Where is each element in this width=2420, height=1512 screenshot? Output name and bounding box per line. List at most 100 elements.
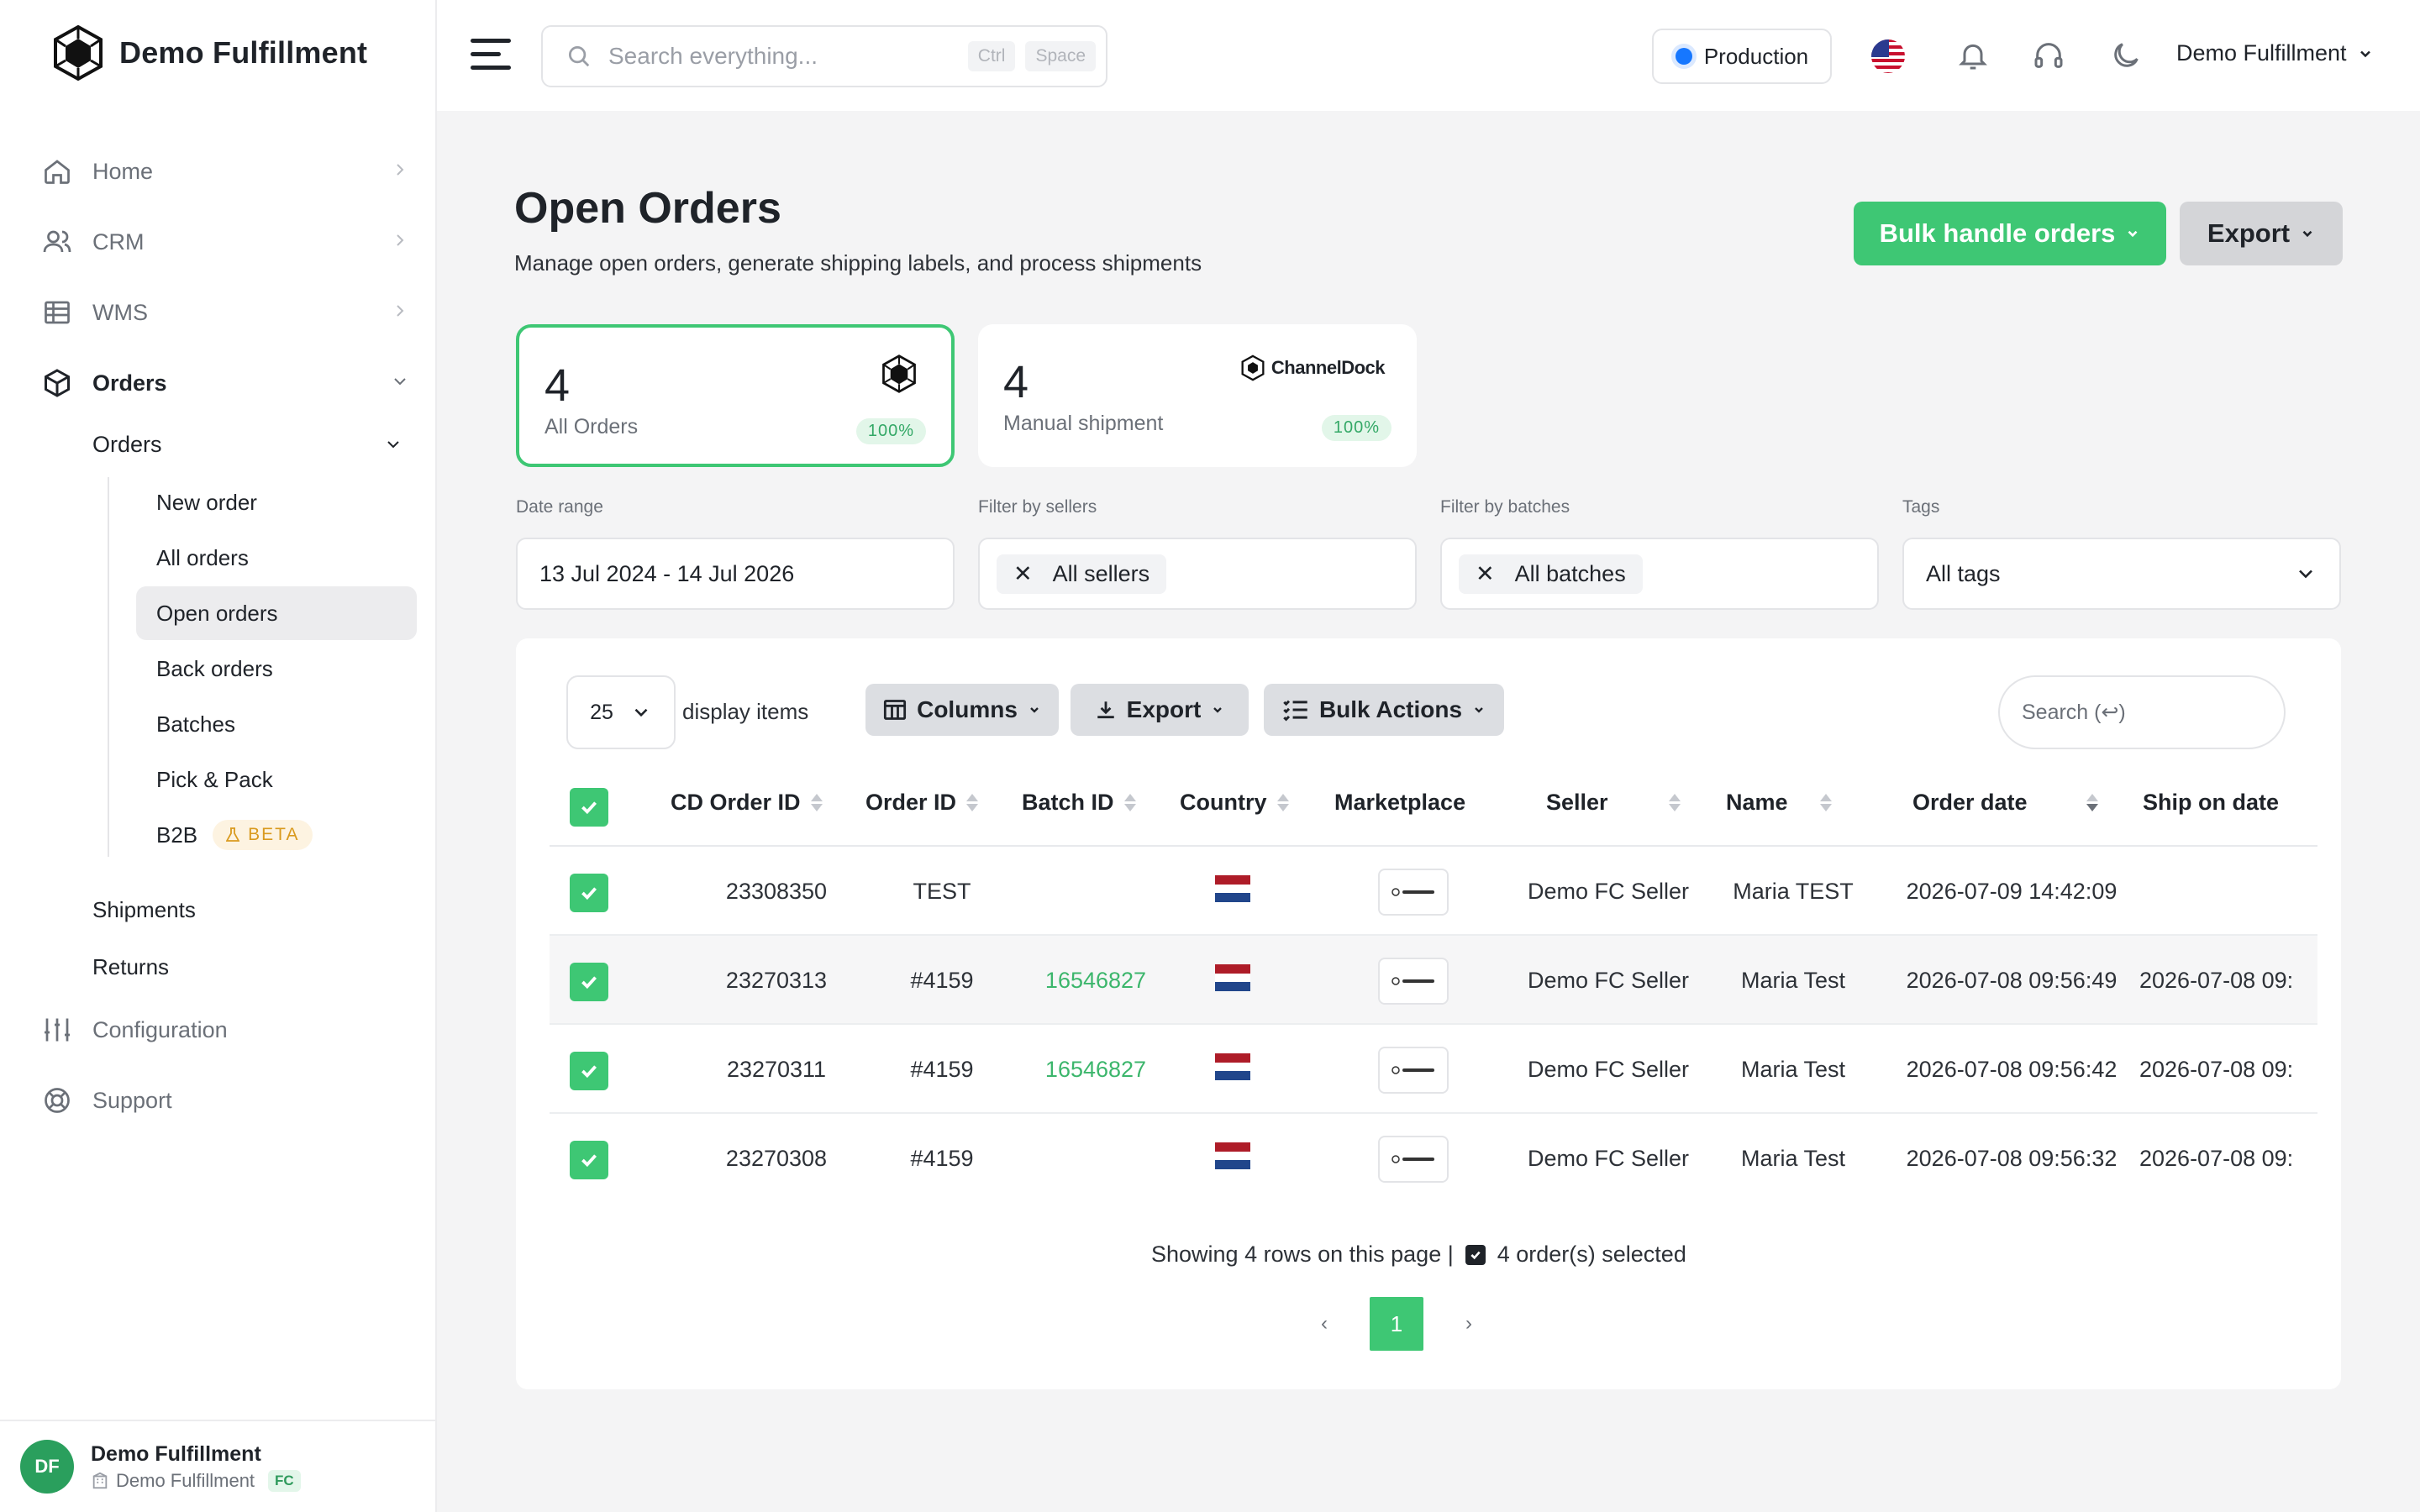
- sellers-chip[interactable]: ✕ All sellers: [997, 554, 1167, 594]
- global-search-input[interactable]: Search everything... Ctrl Space: [541, 25, 1107, 87]
- channeldock-wordmark: ChannelDock: [1270, 357, 1386, 378]
- support-headset-icon[interactable]: [2032, 39, 2065, 76]
- tags-filter-select[interactable]: All tags: [1902, 538, 2341, 610]
- returns-label: Returns: [92, 954, 170, 979]
- sidebar-item-home[interactable]: Home: [40, 136, 410, 207]
- sort-icon[interactable]: [1668, 794, 1681, 811]
- batches-filter-select[interactable]: ✕ All batches: [1440, 538, 1879, 610]
- dark-mode-moon-icon[interactable]: [2109, 39, 2143, 76]
- column-header-batch-id[interactable]: Batch ID: [1022, 790, 1136, 816]
- sidebar-leaf-pick-pack[interactable]: Pick & Pack: [136, 753, 417, 806]
- sidebar-item-returns[interactable]: Returns: [92, 954, 169, 980]
- sidebar-item-support[interactable]: Support: [40, 1065, 410, 1136]
- cell-cd-order-id[interactable]: 23308350: [676, 879, 877, 905]
- column-header-seller[interactable]: Seller: [1546, 790, 1681, 816]
- column-header-country[interactable]: Country: [1180, 790, 1289, 816]
- page-number-button[interactable]: 1: [1370, 1297, 1423, 1351]
- column-header-marketplace[interactable]: Marketplace: [1334, 790, 1465, 816]
- bulk-handle-orders-button[interactable]: Bulk handle orders: [1854, 202, 2166, 265]
- sidebar-leaf-all-orders[interactable]: All orders: [136, 531, 417, 585]
- column-header-name[interactable]: Name: [1726, 790, 1832, 816]
- users-icon: [40, 225, 74, 259]
- cell-name: Maria Test: [1740, 1146, 1846, 1171]
- bulk-actions-button[interactable]: Bulk Actions: [1264, 684, 1504, 736]
- row-checkbox[interactable]: [570, 1141, 608, 1179]
- sidebar-leaf-b2b[interactable]: B2B BETA: [136, 808, 417, 862]
- columns-button[interactable]: Columns: [865, 684, 1059, 736]
- table-row[interactable]: 23308350 TEST Demo FC Seller Maria TEST …: [550, 847, 2317, 936]
- prev-page-icon[interactable]: ‹: [1321, 1312, 1328, 1336]
- cell-ship-date: 2026-07-08 09:: [2139, 1146, 2294, 1171]
- row-checkbox[interactable]: [570, 874, 608, 912]
- user-menu[interactable]: Demo Fulfillment: [2176, 40, 2374, 66]
- brand-logo[interactable]: Demo Fulfillment: [49, 24, 367, 82]
- columns-icon: [884, 700, 907, 720]
- column-header-ship-on-date[interactable]: Ship on date: [2143, 790, 2279, 816]
- sidebar-item-shipments[interactable]: Shipments: [92, 897, 196, 923]
- cell-seller: Demo FC Seller: [1527, 968, 1690, 993]
- cell-cd-order-id[interactable]: 23270311: [676, 1057, 877, 1083]
- cell-order-date: 2026-07-09 14:42:09: [1906, 879, 2118, 904]
- sort-icon[interactable]: [1819, 794, 1832, 811]
- page-size-label: display items: [682, 699, 809, 724]
- selected-checkbox-icon[interactable]: [1465, 1244, 1486, 1265]
- sidebar-item-label: Support: [92, 1087, 172, 1113]
- sort-icon[interactable]: [810, 794, 823, 811]
- table-icon: [40, 296, 74, 329]
- sidebar-item-orders[interactable]: Orders: [40, 348, 410, 418]
- export-button[interactable]: Export: [2180, 202, 2343, 265]
- header-label: Batch ID: [1022, 790, 1114, 815]
- stat-card-manual-shipment[interactable]: 4 Manual shipment 100% ChannelDock: [978, 324, 1417, 467]
- table-search-input[interactable]: Search (↩): [1998, 675, 2286, 749]
- language-flag-icon[interactable]: [1870, 39, 1906, 78]
- column-header-cd-order-id[interactable]: CD Order ID: [671, 790, 823, 816]
- batches-chip[interactable]: ✕ All batches: [1459, 554, 1643, 594]
- sidebar-item-crm[interactable]: CRM: [40, 207, 410, 277]
- select-all-checkbox[interactable]: [570, 788, 608, 827]
- check-icon: [581, 976, 597, 990]
- account-footer[interactable]: DF Demo Fulfillment Demo Fulfillment FC: [0, 1420, 437, 1512]
- sidebar-leaf-back-orders[interactable]: Back orders: [136, 642, 417, 696]
- remove-chip-icon[interactable]: ✕: [1013, 561, 1033, 587]
- row-checkbox[interactable]: [570, 1052, 608, 1090]
- cell-batch-id[interactable]: 16546827: [1010, 968, 1181, 994]
- sidebar-subitem-orders[interactable]: Orders: [92, 415, 420, 474]
- row-checkbox[interactable]: [570, 963, 608, 1001]
- column-header-order-id[interactable]: Order ID: [865, 790, 979, 816]
- sort-desc-icon[interactable]: [2086, 794, 2098, 811]
- date-range-picker[interactable]: 13 Jul 2024 - 14 Jul 2026: [516, 538, 955, 610]
- page-size-select[interactable]: 25: [566, 675, 676, 749]
- sidebar-leaf-open-orders[interactable]: Open orders: [136, 586, 417, 640]
- table-row[interactable]: 23270313 #4159 16546827 Demo FC Seller M…: [550, 936, 2317, 1025]
- tree-line: [108, 477, 113, 857]
- stat-card-all-orders[interactable]: 4 All Orders 100%: [516, 324, 955, 467]
- cell-batch-id[interactable]: 16546827: [1010, 1057, 1181, 1083]
- notifications-bell-icon[interactable]: [1956, 39, 1990, 76]
- column-header-order-date[interactable]: Order date: [1912, 790, 2098, 816]
- sidebar-item-wms[interactable]: WMS: [40, 277, 410, 348]
- sidebar-leaf-batches[interactable]: Batches: [136, 697, 417, 751]
- table-export-button[interactable]: Export: [1071, 684, 1249, 736]
- sort-icon[interactable]: [966, 794, 979, 811]
- header-label: Ship on date: [2143, 790, 2279, 815]
- remove-chip-icon[interactable]: ✕: [1476, 561, 1495, 587]
- next-page-icon[interactable]: ›: [1465, 1312, 1472, 1336]
- page-size-value: 25: [590, 700, 613, 724]
- sort-icon[interactable]: [1276, 794, 1289, 811]
- cell-cd-order-id[interactable]: 23270313: [676, 968, 877, 994]
- chevron-down-icon: [2128, 230, 2138, 238]
- table-search-placeholder: Search (↩): [2022, 701, 2126, 724]
- table-row[interactable]: 23270311 #4159 16546827 Demo FC Seller M…: [550, 1025, 2317, 1114]
- environment-switch[interactable]: Production: [1652, 29, 1832, 84]
- menu-toggle-icon[interactable]: [471, 37, 513, 76]
- cell-cd-order-id[interactable]: 23270308: [676, 1146, 877, 1172]
- sidebar-item-label: Configuration: [92, 1016, 228, 1042]
- sort-icon[interactable]: [1123, 794, 1136, 811]
- sellers-filter-select[interactable]: ✕ All sellers: [978, 538, 1417, 610]
- table-row[interactable]: 23270308 #4159 Demo FC Seller Maria Test…: [550, 1114, 2317, 1189]
- chevron-down-icon: [394, 378, 406, 386]
- sidebar-item-configuration[interactable]: Configuration: [40, 995, 410, 1065]
- sidebar-leaf-new-order[interactable]: New order: [136, 475, 417, 529]
- stat-label: Manual shipment: [1003, 412, 1164, 435]
- marketplace-logo-icon: [1378, 1136, 1449, 1183]
